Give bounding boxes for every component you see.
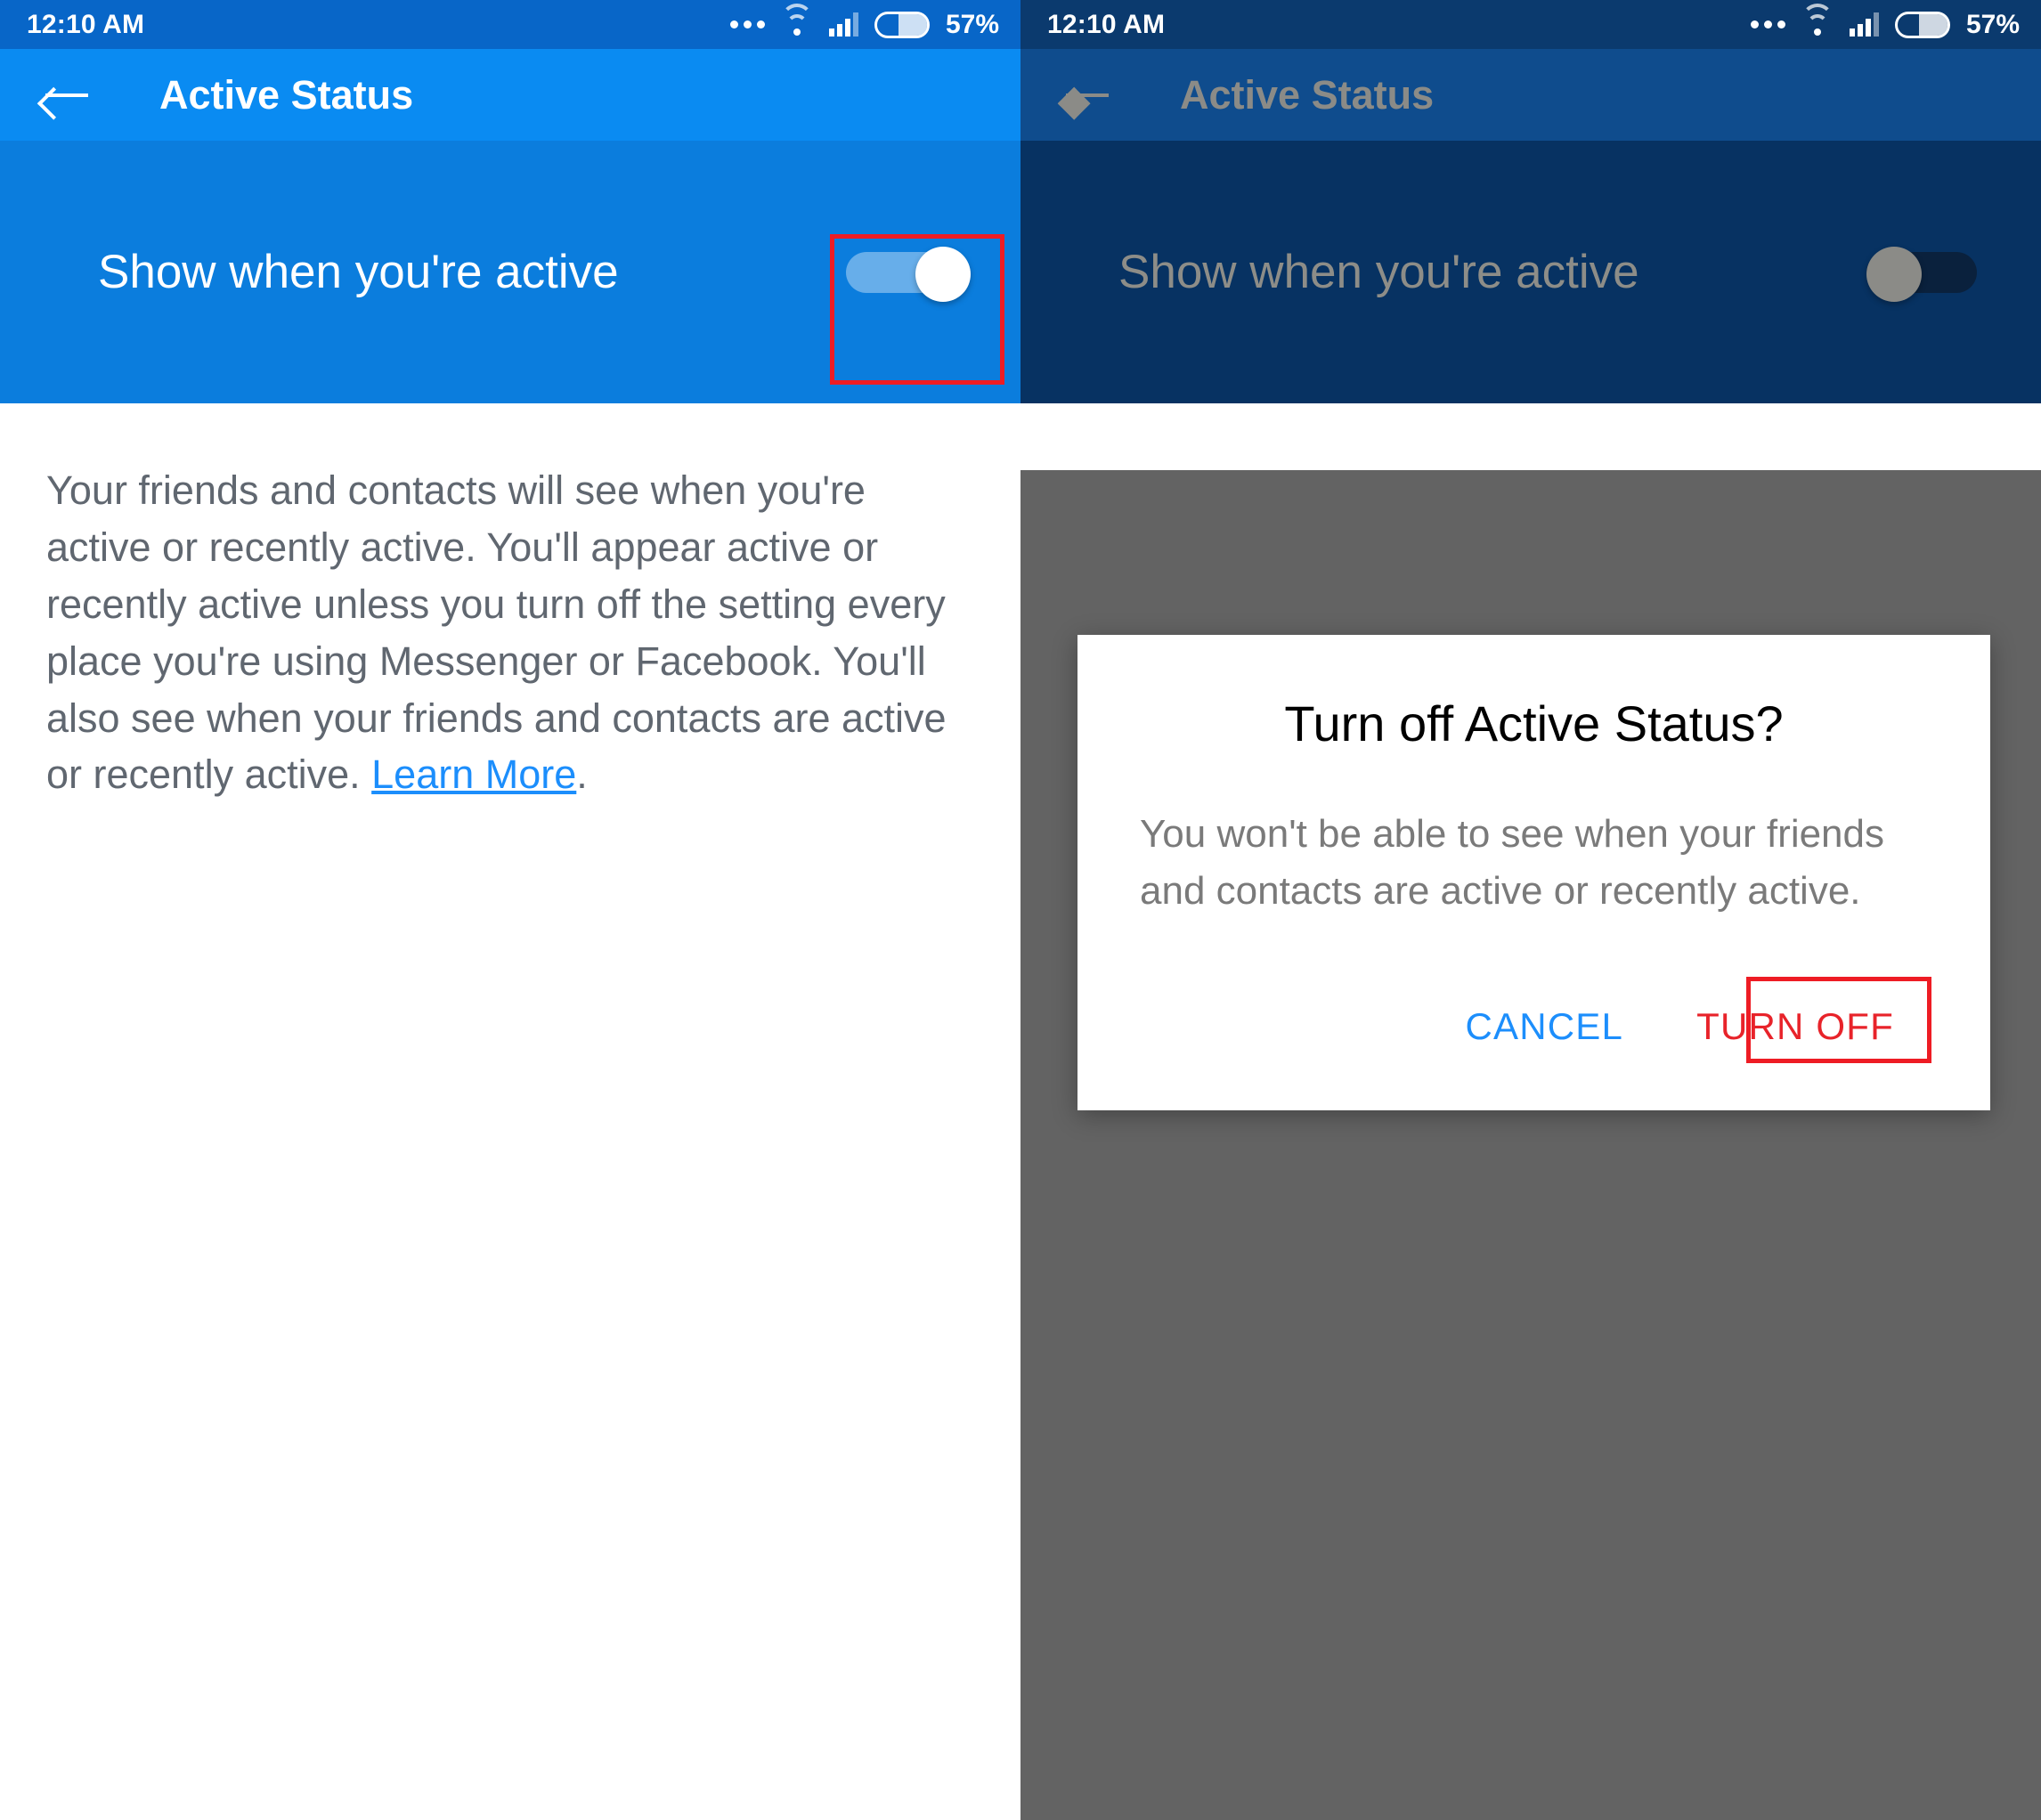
cancel-button[interactable]: CANCEL <box>1453 996 1637 1057</box>
app-bar-dimmed: Active Status <box>1020 49 2041 141</box>
back-arrow-icon[interactable] <box>1061 68 1116 123</box>
page-title: Active Status <box>1180 71 1435 118</box>
dialog-title: Turn off Active Status? <box>1284 695 1784 752</box>
screenshot-root: 12:10 AM 57% Active Status Show when you… <box>0 0 2041 1820</box>
active-status-setting-row[interactable]: Show when you're active <box>0 141 1020 403</box>
setting-label: Show when you're active <box>1118 245 1639 298</box>
battery-percent-label: 57% <box>945 9 999 39</box>
turn-off-button[interactable]: TURN OFF <box>1668 989 1923 1064</box>
setting-label: Show when you're active <box>98 245 619 298</box>
app-bar: Active Status <box>0 49 1020 141</box>
phone-panel-after: 12:10 AM 57% Active Status Show when you… <box>1020 0 2041 1820</box>
active-status-toggle[interactable] <box>846 246 971 302</box>
dialog-body-text: You won't be able to see when your frien… <box>1140 812 1884 914</box>
turn-off-active-status-dialog: Turn off Active Status? You won't be abl… <box>1077 635 1990 1110</box>
back-arrow-icon[interactable] <box>40 68 95 123</box>
status-bar-time: 12:10 AM <box>1047 9 1166 39</box>
status-bar-icons: 57% <box>1750 3 2020 39</box>
active-status-toggle[interactable] <box>1866 246 1991 302</box>
status-bar-dimmed: 12:10 AM 57% <box>1020 0 2041 49</box>
toggle-knob <box>1866 246 1922 302</box>
status-bar: 12:10 AM 57% <box>0 0 1020 49</box>
cellular-signal-icon <box>1849 12 1879 37</box>
battery-icon <box>1894 11 1950 38</box>
description-text-part1: Your friends and contacts will see when … <box>46 467 947 798</box>
page-title: Active Status <box>159 71 414 118</box>
description-text-part2: . <box>576 752 588 798</box>
battery-percent-label: 57% <box>1965 9 2020 39</box>
active-status-description: Your friends and contacts will see when … <box>0 403 1020 803</box>
battery-icon <box>874 11 930 38</box>
phone-panel-before: 12:10 AM 57% Active Status Show when you… <box>0 0 1020 1820</box>
more-dots-icon <box>729 20 765 28</box>
more-dots-icon <box>1750 20 1785 28</box>
dialog-action-bar: CANCEL TURN OFF <box>1140 976 1931 1064</box>
cellular-signal-icon <box>828 12 858 37</box>
wifi-icon <box>780 3 813 37</box>
wifi-icon <box>1801 3 1834 37</box>
status-bar-time: 12:10 AM <box>27 9 145 39</box>
status-bar-icons: 57% <box>729 3 999 39</box>
active-status-setting-row-dimmed[interactable]: Show when you're active <box>1020 141 2041 403</box>
toggle-knob <box>915 246 971 302</box>
learn-more-link[interactable]: Learn More <box>371 752 576 797</box>
